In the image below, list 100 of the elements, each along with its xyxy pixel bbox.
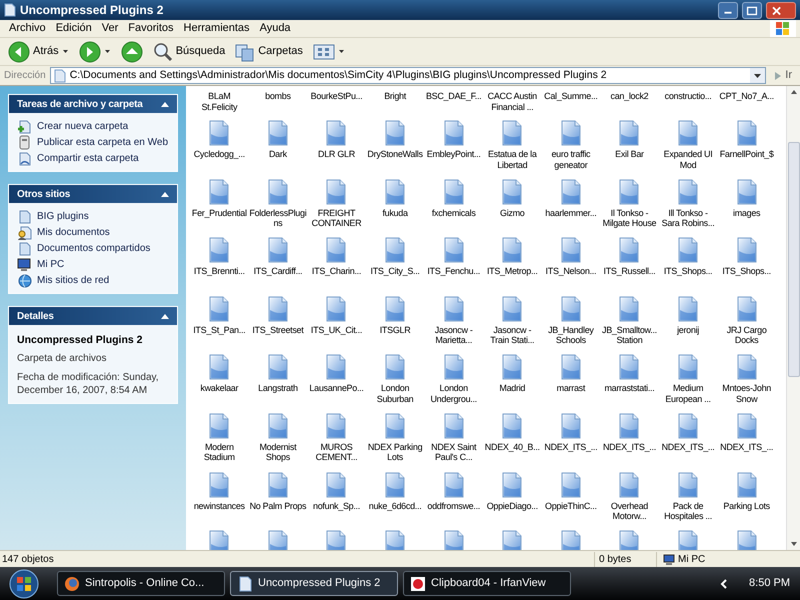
- file-label[interactable]: constructio...: [659, 91, 718, 102]
- file-icon[interactable]: [677, 412, 700, 439]
- file-label[interactable]: ITS_Streetset: [248, 324, 307, 336]
- file-icon[interactable]: [384, 530, 406, 550]
- file-label[interactable]: Ill Tonkso - Sara Robins...: [659, 208, 718, 229]
- file-icon[interactable]: [325, 472, 348, 498]
- file-icon[interactable]: [618, 354, 640, 380]
- file-icon[interactable]: [442, 472, 465, 498]
- file-label[interactable]: can_lock2: [600, 91, 658, 102]
- file-icon[interactable]: [677, 530, 700, 550]
- file-label[interactable]: NDEX_ITS_...: [542, 442, 600, 452]
- file-label[interactable]: ITS_Nelson...: [542, 266, 600, 277]
- file-icon[interactable]: [501, 296, 524, 322]
- file-icon[interactable]: [736, 237, 758, 264]
- scrollbar[interactable]: [786, 86, 800, 550]
- file-label[interactable]: DryStoneWalls: [366, 149, 424, 160]
- file-icon[interactable]: [501, 530, 524, 550]
- file-label[interactable]: nuke_6d6cd...: [366, 500, 424, 512]
- file-label[interactable]: EmbleyPoint...: [424, 149, 483, 160]
- collapse-caret-icon[interactable]: [161, 101, 169, 107]
- file-icon[interactable]: [560, 237, 582, 264]
- file-label[interactable]: Expanded UI Mod: [659, 149, 718, 170]
- file-icon[interactable]: [618, 120, 640, 146]
- file-icon[interactable]: [442, 412, 465, 439]
- file-label[interactable]: LausannePo...: [307, 383, 366, 394]
- file-label[interactable]: NDEX_ITS_...: [718, 442, 776, 452]
- file-icon[interactable]: [384, 237, 406, 264]
- file-icon[interactable]: [208, 530, 230, 550]
- file-icon[interactable]: [677, 120, 700, 146]
- sidebar-link[interactable]: Compartir esta carpeta: [17, 151, 169, 165]
- file-icon[interactable]: [384, 120, 406, 146]
- file-label[interactable]: BLaM St.Felicity: [190, 91, 248, 112]
- file-label[interactable]: haarlemmer...: [542, 208, 600, 218]
- file-icon[interactable]: [501, 237, 524, 264]
- file-label[interactable]: BSC_DAE_F...: [424, 91, 483, 102]
- folders-button[interactable]: Carpetas: [233, 40, 305, 64]
- file-label[interactable]: London Undergrou...: [424, 383, 483, 404]
- file-icon[interactable]: [501, 120, 524, 146]
- file-icon[interactable]: [560, 120, 582, 146]
- file-icon[interactable]: [442, 120, 465, 146]
- menu-item[interactable]: Herramientas: [178, 20, 255, 37]
- file-icon[interactable]: [560, 178, 582, 205]
- file-icon[interactable]: [266, 178, 289, 205]
- sidebar-link[interactable]: Documentos compartidos: [17, 241, 169, 255]
- file-icon[interactable]: [618, 237, 640, 264]
- file-icon[interactable]: [677, 472, 700, 498]
- file-label[interactable]: Modern Stadium: [190, 442, 248, 463]
- file-label[interactable]: Estatua de la Libertad: [483, 149, 542, 170]
- file-icon[interactable]: [325, 354, 348, 380]
- file-label[interactable]: Bright: [366, 91, 424, 102]
- file-label[interactable]: Pack de Hospitales ...: [659, 500, 718, 522]
- file-label[interactable]: NDEX Saint Paul's C...: [424, 442, 483, 463]
- file-icon[interactable]: [442, 530, 465, 550]
- menu-item[interactable]: Favoritos: [123, 20, 179, 37]
- file-icon[interactable]: [325, 178, 348, 205]
- file-icon[interactable]: [208, 178, 230, 205]
- file-label[interactable]: OppieDiago...: [483, 500, 542, 512]
- file-label[interactable]: Mntoes-John Snow: [718, 383, 776, 404]
- file-label[interactable]: jeronij: [659, 324, 718, 336]
- file-label[interactable]: CPT_No7_A...: [718, 91, 776, 102]
- file-icon[interactable]: [266, 472, 289, 498]
- taskbar-button[interactable]: Sintropolis - Online Co...: [57, 571, 225, 596]
- panel-header[interactable]: Tareas de archivo y carpeta: [9, 95, 177, 113]
- file-icon[interactable]: [560, 354, 582, 380]
- file-label[interactable]: marrast: [542, 383, 600, 394]
- minimize-button[interactable]: [718, 2, 738, 18]
- taskbar-button[interactable]: Clipboard04 - IrfanView: [403, 571, 571, 596]
- file-icon[interactable]: [266, 120, 289, 146]
- file-label[interactable]: ITS_City_S...: [366, 266, 424, 277]
- file-icon[interactable]: [677, 178, 700, 205]
- file-icon[interactable]: [384, 412, 406, 439]
- file-icon[interactable]: [736, 120, 758, 146]
- sidebar-link[interactable]: Crear nueva carpeta: [17, 119, 169, 133]
- file-icon[interactable]: [325, 296, 348, 322]
- file-label[interactable]: Il Tonkso - Milgate House: [600, 208, 658, 229]
- file-label[interactable]: ITS_Cardiff...: [248, 266, 307, 277]
- file-label[interactable]: ITS_Brennti...: [190, 266, 248, 277]
- file-label[interactable]: FREIGHT CONTAINER: [307, 208, 366, 229]
- file-icon[interactable]: [501, 412, 524, 439]
- file-label[interactable]: Cal_Summe...: [542, 91, 600, 102]
- file-icon[interactable]: [442, 354, 465, 380]
- file-label[interactable]: Cycledogg_...: [190, 149, 248, 160]
- panel-header[interactable]: Detalles: [9, 307, 177, 325]
- file-icon[interactable]: [325, 530, 348, 550]
- file-label[interactable]: kwakelaar: [190, 383, 248, 394]
- sidebar-link[interactable]: Publicar esta carpeta en Web: [17, 135, 169, 149]
- file-label[interactable]: JB_Smalltow... Station: [600, 324, 658, 346]
- file-icon[interactable]: [501, 472, 524, 498]
- file-label[interactable]: nofunk_Sp...: [307, 500, 366, 512]
- file-label[interactable]: ITS_Metrop...: [483, 266, 542, 277]
- file-label[interactable]: No Palm Props: [248, 500, 307, 512]
- file-icon[interactable]: [266, 296, 289, 322]
- go-button[interactable]: Ir: [770, 67, 796, 84]
- file-icon[interactable]: [442, 296, 465, 322]
- file-icon[interactable]: [266, 530, 289, 550]
- file-icon[interactable]: [208, 354, 230, 380]
- chevron-left-icon[interactable]: [720, 578, 728, 588]
- address-field[interactable]: C:\Documents and Settings\Administrador\Mis documentos\SimCity 4\Plugins\BIG plugins\Uncompressed Plugins 2: [50, 67, 766, 84]
- panel-header[interactable]: Otros sitios: [9, 185, 177, 203]
- file-icon[interactable]: [677, 354, 700, 380]
